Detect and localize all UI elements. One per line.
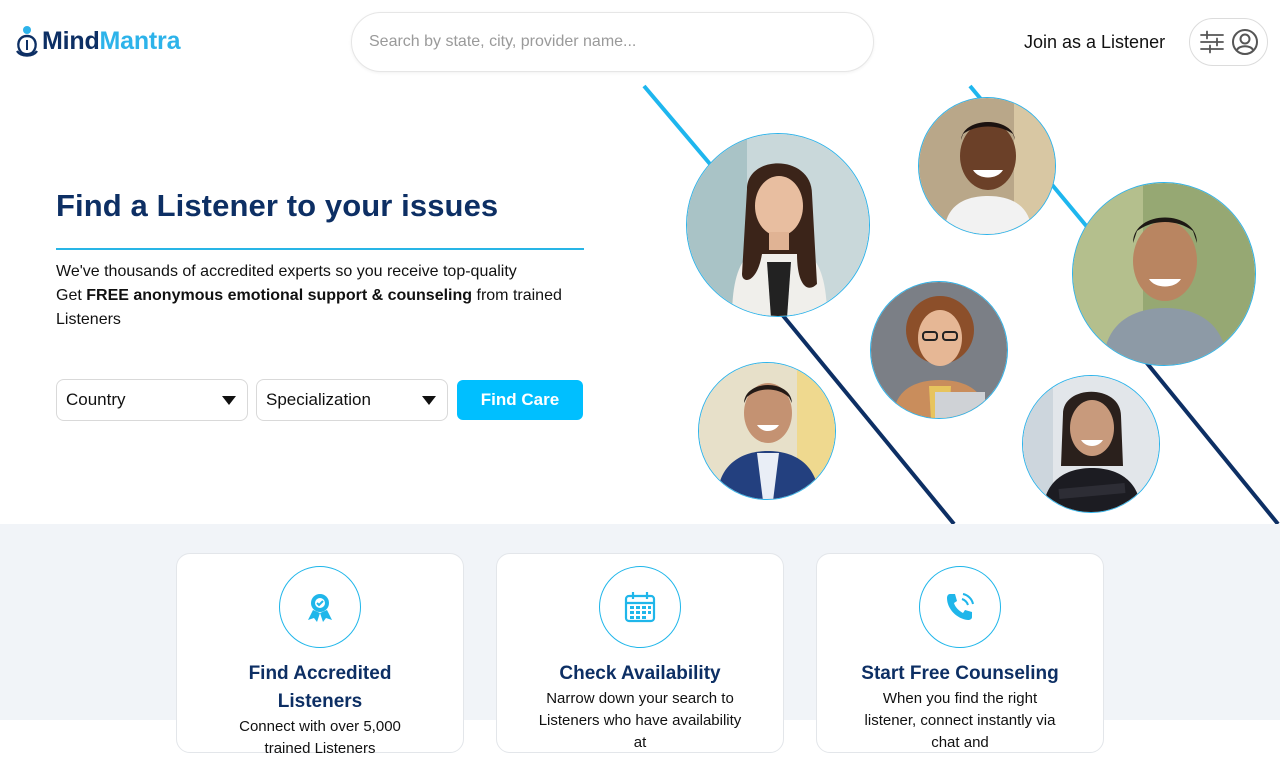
find-care-button[interactable]: Find Care (457, 380, 583, 420)
site-header: MindMantra Join as a Listener (0, 0, 1280, 84)
caret-down-icon (422, 396, 436, 405)
logo-text-mind: Mind (42, 26, 100, 55)
listener-avatar[interactable] (686, 133, 870, 317)
listener-photo-collage (620, 84, 1280, 524)
logo[interactable]: MindMantra (14, 24, 180, 58)
phone-call-icon (919, 566, 1001, 648)
hero-line-2-bold: FREE anonymous emotional support & couns… (86, 287, 473, 304)
portrait-woman-icon (871, 282, 1007, 418)
join-listener-link[interactable]: Join as a Listener (1024, 32, 1165, 53)
caret-down-icon (222, 396, 236, 405)
hero-line-2: Get FREE anonymous emotional support & c… (56, 284, 596, 332)
specialization-select-label: Specialization (266, 390, 371, 409)
hero-line-1: We've thousands of accredited experts so… (56, 263, 517, 280)
portrait-man-icon (699, 363, 835, 499)
award-ribbon-icon (279, 566, 361, 648)
user-menu-button[interactable] (1189, 18, 1268, 66)
feature-description: Connect with over 5,000 trained Listener… (239, 718, 401, 757)
feature-title: Check Availability (559, 663, 721, 684)
feature-title: Find Accredited Listeners (248, 663, 392, 712)
listener-avatar[interactable] (1022, 375, 1160, 513)
sliders-icon (1199, 30, 1225, 54)
search-input[interactable] (352, 13, 873, 71)
user-circle-icon (1231, 28, 1259, 56)
country-select-label: Country (66, 390, 126, 409)
hero-description: We've thousands of accredited experts so… (56, 260, 596, 332)
portrait-woman-icon (687, 134, 869, 316)
meditation-person-icon (16, 26, 38, 57)
feature-card: Find Accredited Listeners Connect with o… (176, 553, 464, 757)
listener-avatar[interactable] (870, 281, 1008, 419)
listener-avatar[interactable] (1072, 182, 1256, 366)
logo-text: MindMantra (42, 27, 180, 56)
country-select[interactable]: Country (56, 379, 248, 421)
portrait-woman-icon (1023, 376, 1159, 512)
hero-line-2-pre: Get (56, 287, 87, 304)
feature-card: Start Free Counseling When you find the … (816, 553, 1104, 753)
search-box (351, 12, 874, 72)
feature-description: When you find the right listener, connec… (864, 690, 1056, 751)
feature-title: Start Free Counseling (861, 663, 1059, 684)
hero-divider (56, 248, 584, 250)
listener-avatar[interactable] (698, 362, 836, 500)
portrait-man-icon (1073, 183, 1255, 365)
portrait-man-icon (919, 98, 1055, 234)
feature-card: Check Availability Narrow down your sear… (496, 553, 784, 753)
listener-avatar[interactable] (918, 97, 1056, 235)
calendar-icon (599, 566, 681, 648)
logo-text-mantra: Mantra (99, 26, 181, 55)
hero-title: Find a Listener to your issues (56, 188, 499, 223)
specialization-select[interactable]: Specialization (256, 379, 448, 421)
feature-description: Narrow down your search to Listeners who… (538, 690, 742, 751)
